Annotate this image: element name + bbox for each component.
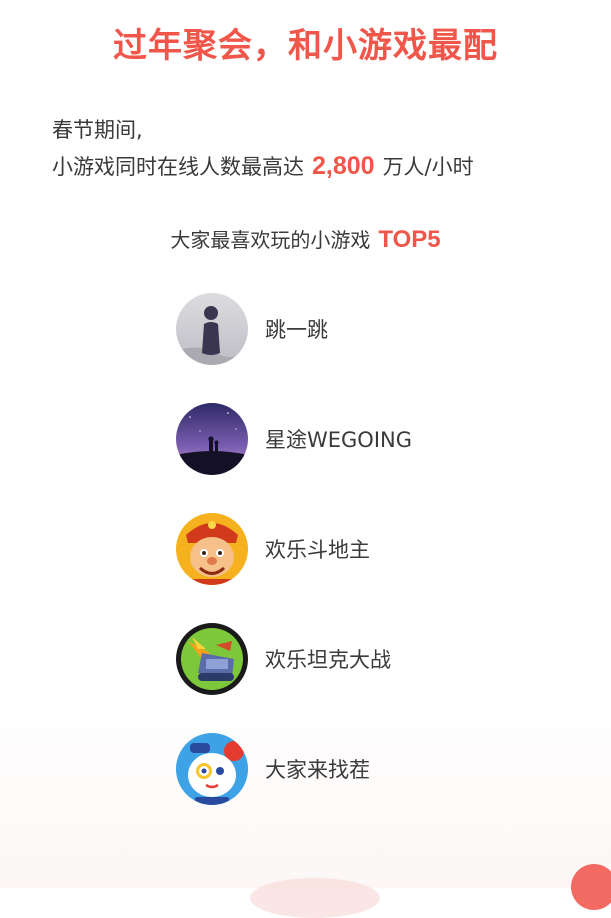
game-item-zhaocha[interactable]: 大家来找茬 — [176, 733, 536, 805]
ranking-heading-text: 大家最喜欢玩的小游戏 — [170, 228, 371, 252]
intro-line-2-prefix: 小游戏同时在线人数最高达 — [52, 155, 304, 179]
game-item-tiaoyitiao[interactable]: 跳一跳 — [176, 293, 536, 365]
page: 过年聚会，和小游戏最配 春节期间, 小游戏同时在线人数最高达 2,800 万人/小时… — [0, 0, 611, 918]
decorative-circle — [571, 864, 611, 910]
game-name: 星途WEGOING — [265, 428, 413, 452]
intro-line-2-suffix: 万人/小时 — [382, 155, 474, 179]
game-name: 欢乐斗地主 — [265, 538, 370, 562]
wegoing-icon — [176, 403, 248, 475]
ranking-heading-highlight: TOP5 — [378, 226, 441, 253]
tiaoyitiao-icon — [176, 293, 248, 365]
tank-icon — [176, 623, 248, 695]
game-name: 欢乐坦克大战 — [265, 648, 391, 672]
intro-line-1: 春节期间, — [52, 118, 143, 142]
intro-text: 春节期间, 小游戏同时在线人数最高达 2,800 万人/小时 — [52, 112, 474, 185]
intro-line-2: 小游戏同时在线人数最高达 2,800 万人/小时 — [52, 148, 474, 185]
game-item-tank[interactable]: 欢乐坦克大战 — [176, 623, 536, 695]
game-item-doudizhu[interactable]: 欢乐斗地主 — [176, 513, 536, 585]
doudizhu-icon — [176, 513, 248, 585]
ranking-heading: 大家最喜欢玩的小游戏 TOP5 — [0, 222, 611, 258]
zhaocha-icon — [176, 733, 248, 805]
page-title: 过年聚会，和小游戏最配 — [113, 26, 498, 66]
game-name: 跳一跳 — [265, 318, 328, 342]
game-item-wegoing[interactable]: 星途WEGOING — [176, 403, 536, 475]
game-name: 大家来找茬 — [265, 758, 370, 782]
peak-online-value: 2,800 — [312, 152, 375, 180]
decorative-blob — [250, 878, 380, 918]
